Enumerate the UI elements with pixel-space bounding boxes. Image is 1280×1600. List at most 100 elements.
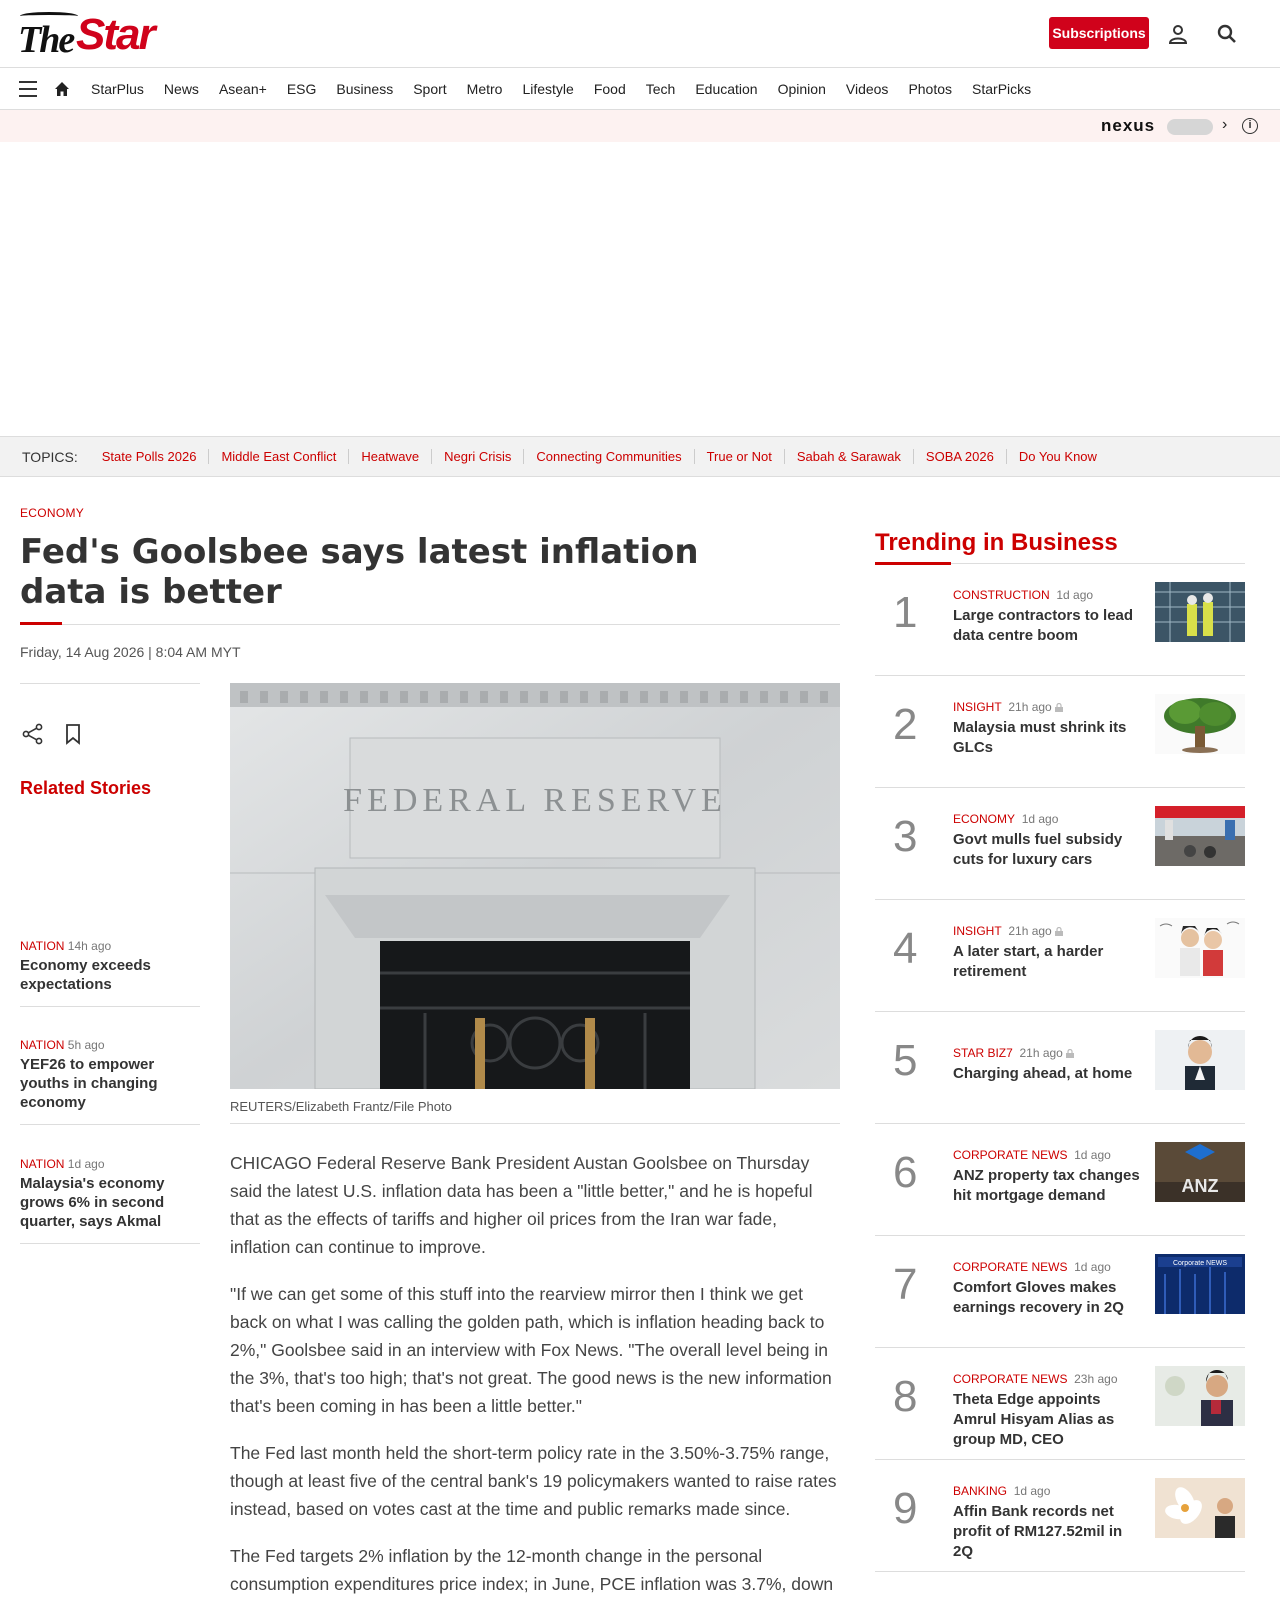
nav-item-business[interactable]: Business <box>336 81 393 97</box>
trending-category[interactable]: CORPORATE NEWS <box>953 1148 1067 1162</box>
trending-title[interactable]: Charging ahead, at home <box>953 1064 1143 1084</box>
related-story[interactable]: NATION 1d ago Malaysia's economy grows 6… <box>20 1157 200 1244</box>
trending-thumbnail[interactable] <box>1155 806 1245 866</box>
menu-icon[interactable] <box>19 81 37 97</box>
trending-thumbnail[interactable] <box>1155 1478 1245 1538</box>
trending-title[interactable]: Affin Bank records net profit of RM127.5… <box>953 1502 1143 1562</box>
topic-link[interactable]: Heatwave <box>349 449 433 464</box>
trending-title[interactable]: Govt mulls fuel subsidy cuts for luxury … <box>953 830 1143 870</box>
related-category[interactable]: NATION <box>20 1038 64 1052</box>
trending-item[interactable]: 8 CORPORATE NEWS 23h ago Theta Edge appo… <box>875 1348 1245 1460</box>
related-title[interactable]: Economy exceeds expectations <box>20 956 200 994</box>
trending-category[interactable]: ECONOMY <box>953 812 1015 826</box>
trending-title[interactable]: Malaysia must shrink its GLCs <box>953 718 1143 758</box>
trending-time: 21h ago <box>1019 1046 1063 1060</box>
trending-rank: 4 <box>893 924 918 973</box>
trending-thumbnail[interactable] <box>1155 1030 1245 1090</box>
anz-logo-text: ANZ <box>1182 1176 1219 1196</box>
subscriptions-button[interactable]: Subscriptions <box>1049 17 1149 49</box>
chevron-right-icon[interactable]: › <box>1222 116 1227 134</box>
trending-item[interactable]: 7 CORPORATE NEWS 1d ago Comfort Gloves m… <box>875 1236 1245 1348</box>
nav-item-starpicks[interactable]: StarPicks <box>972 81 1031 97</box>
info-icon[interactable]: i <box>1242 118 1258 134</box>
topic-link[interactable]: Middle East Conflict <box>209 449 350 464</box>
divider <box>20 683 200 684</box>
topic-link[interactable]: Connecting Communities <box>524 449 695 464</box>
trending-category[interactable]: CONSTRUCTION <box>953 588 1050 602</box>
trending-time: 1d ago <box>1021 812 1059 826</box>
topic-link[interactable]: State Polls 2026 <box>90 449 210 464</box>
trending-thumbnail[interactable] <box>1155 918 1245 978</box>
bookmark-icon[interactable] <box>64 723 82 750</box>
logo-star: Star <box>76 10 156 59</box>
trending-category[interactable]: STAR BIZ7 <box>953 1046 1013 1060</box>
trending-sidebar: Trending in Business 1 CONSTRUCTION 1d a… <box>875 529 1245 1572</box>
lock-icon <box>1065 1049 1074 1058</box>
nav-item-tech[interactable]: Tech <box>646 81 676 97</box>
nav-item-lifestyle[interactable]: Lifestyle <box>522 81 573 97</box>
trending-time: 23h ago <box>1074 1372 1118 1386</box>
nav-item-starplus[interactable]: StarPlus <box>91 81 144 97</box>
trending-title[interactable]: Large contractors to lead data centre bo… <box>953 606 1143 646</box>
related-story[interactable]: NATION 5h ago YEF26 to empower youths in… <box>20 1038 200 1125</box>
nav-item-asean[interactable]: Asean+ <box>219 81 267 97</box>
trending-item[interactable]: 1 CONSTRUCTION 1d ago Large contractors … <box>875 564 1245 676</box>
article-paragraph: The Fed last month held the short-term p… <box>230 1443 837 1519</box>
trending-rank: 1 <box>893 588 918 637</box>
related-time: 1d ago <box>67 1157 105 1171</box>
trending-thumbnail[interactable] <box>1155 1366 1245 1426</box>
nav-item-news[interactable]: News <box>164 81 199 97</box>
trending-title[interactable]: Comfort Gloves makes earnings recovery i… <box>953 1278 1143 1318</box>
article-body: CHICAGO Federal Reserve Bank President A… <box>230 1149 840 1600</box>
nav-item-food[interactable]: Food <box>594 81 626 97</box>
topic-link[interactable]: Do You Know <box>1007 449 1109 464</box>
search-icon[interactable] <box>1215 22 1239 46</box>
nav-item-metro[interactable]: Metro <box>467 81 503 97</box>
related-category[interactable]: NATION <box>20 1157 64 1171</box>
share-icon[interactable] <box>22 723 44 750</box>
site-logo[interactable]: The Star <box>18 8 163 61</box>
home-icon[interactable] <box>54 81 70 102</box>
trending-category[interactable]: INSIGHT <box>953 924 1002 938</box>
related-time: 14h ago <box>67 939 112 953</box>
trending-category[interactable]: CORPORATE NEWS <box>953 1372 1067 1386</box>
related-category[interactable]: NATION <box>20 939 64 953</box>
topic-link[interactable]: SOBA 2026 <box>914 449 1007 464</box>
trending-time: 21h ago <box>1008 924 1052 938</box>
main-nav: StarPlus News Asean+ ESG Business Sport … <box>0 68 1280 110</box>
topic-link[interactable]: Sabah & Sarawak <box>785 449 914 464</box>
trending-thumbnail[interactable]: ANZ <box>1155 1142 1245 1202</box>
trending-title[interactable]: Theta Edge appoints Amrul Hisyam Alias a… <box>953 1390 1143 1450</box>
trending-title[interactable]: A later start, a harder retirement <box>953 942 1143 982</box>
nav-item-videos[interactable]: Videos <box>846 81 889 97</box>
left-column: Related Stories NATION 14h ago Economy e… <box>20 683 200 1244</box>
topic-link[interactable]: True or Not <box>695 449 785 464</box>
nav-item-education[interactable]: Education <box>695 81 757 97</box>
trending-title[interactable]: ANZ property tax changes hit mortgage de… <box>953 1166 1143 1206</box>
trending-category[interactable]: CORPORATE NEWS <box>953 1260 1067 1274</box>
nav-item-esg[interactable]: ESG <box>287 81 317 97</box>
logo-the: The <box>18 19 75 61</box>
user-icon[interactable] <box>1166 22 1190 46</box>
trending-thumbnail[interactable] <box>1155 582 1245 642</box>
trending-item[interactable]: 5 STAR BIZ7 21h ago Charging ahead, at h… <box>875 1012 1245 1124</box>
trending-thumbnail[interactable] <box>1155 694 1245 754</box>
trending-thumbnail[interactable]: Corporate NEWS <box>1155 1254 1245 1314</box>
trending-item[interactable]: 9 BANKING 1d ago Affin Bank records net … <box>875 1460 1245 1572</box>
trending-item[interactable]: 2 INSIGHT 21h ago Malaysia must shrink i… <box>875 676 1245 788</box>
article-paragraph: "If we can get some of this stuff into t… <box>230 1284 832 1416</box>
topic-link[interactable]: Negri Crisis <box>432 449 525 464</box>
trending-category[interactable]: INSIGHT <box>953 700 1002 714</box>
nexus-toggle[interactable] <box>1167 119 1213 135</box>
related-story[interactable]: NATION 14h ago Economy exceeds expectati… <box>20 939 200 1007</box>
trending-item[interactable]: 3 ECONOMY 1d ago Govt mulls fuel subsidy… <box>875 788 1245 900</box>
trending-item[interactable]: 4 INSIGHT 21h ago A later start, a harde… <box>875 900 1245 1012</box>
nav-item-opinion[interactable]: Opinion <box>778 81 826 97</box>
nav-item-sport[interactable]: Sport <box>413 81 446 97</box>
trending-category[interactable]: BANKING <box>953 1484 1007 1498</box>
nav-item-photos[interactable]: Photos <box>908 81 952 97</box>
related-title[interactable]: Malaysia's economy grows 6% in second qu… <box>20 1174 200 1231</box>
related-title[interactable]: YEF26 to empower youths in changing econ… <box>20 1055 200 1112</box>
article-category[interactable]: ECONOMY <box>20 506 84 520</box>
trending-item[interactable]: 6 CORPORATE NEWS 1d ago ANZ property tax… <box>875 1124 1245 1236</box>
